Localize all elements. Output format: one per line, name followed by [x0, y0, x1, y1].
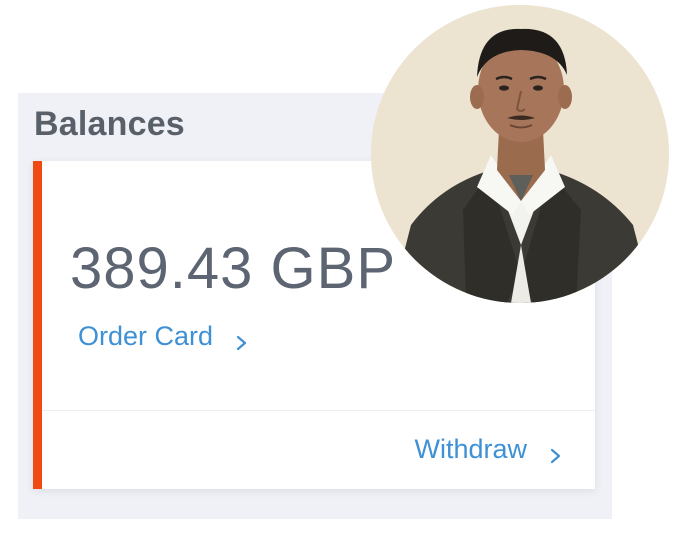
withdraw-link[interactable]: Withdraw	[414, 434, 562, 465]
withdraw-label: Withdraw	[414, 434, 527, 464]
profile-avatar	[371, 5, 669, 303]
order-card-link[interactable]: Order Card	[78, 321, 248, 352]
card-divider	[42, 410, 595, 411]
chevron-right-icon	[235, 328, 248, 350]
order-card-label: Order Card	[78, 321, 214, 351]
chevron-right-icon	[549, 441, 562, 463]
balance-amount: 389.43 GBP	[70, 236, 396, 301]
card-accent-bar	[33, 161, 42, 489]
panel-title: Balances	[34, 105, 185, 143]
